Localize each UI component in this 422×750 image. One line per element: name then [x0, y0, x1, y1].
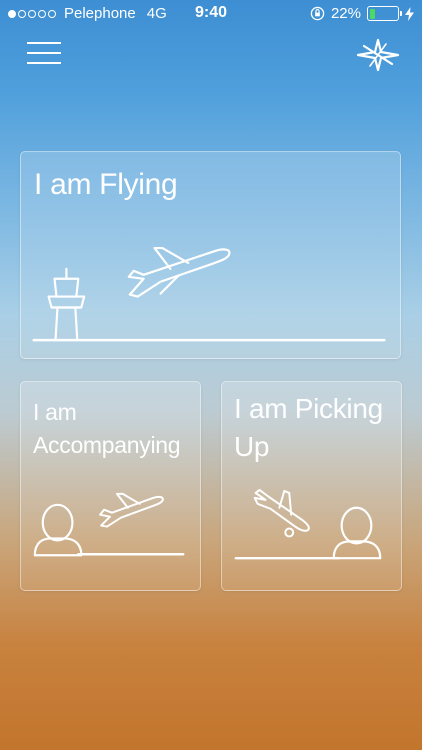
status-left: Pelephone 4G [8, 5, 167, 22]
hamburger-menu-icon [27, 42, 61, 44]
battery-fill [369, 8, 376, 19]
network-type: 4G [146, 5, 167, 22]
person-icon [332, 506, 382, 560]
flying-illustration [32, 246, 386, 342]
orientation-lock-icon [310, 6, 325, 21]
battery-percent: 22% [330, 5, 361, 22]
airplane-landing-icon [253, 488, 310, 538]
airplane-takeoff-icon [99, 492, 164, 528]
person-icon [33, 503, 83, 557]
charging-bolt-icon [405, 6, 414, 21]
card-flying[interactable]: I am Flying [20, 151, 401, 359]
airport-logo-icon[interactable] [356, 38, 400, 72]
control-tower-icon [47, 267, 86, 342]
status-right: 22% [310, 5, 414, 22]
status-bar: Pelephone 4G 9:40 22% [0, 0, 422, 28]
picking-up-illustration [234, 488, 382, 560]
carrier-name: Pelephone [64, 5, 136, 22]
menu-button[interactable] [27, 42, 61, 68]
signal-strength-icon [8, 9, 56, 18]
battery-icon [367, 6, 402, 21]
airplane-takeoff-icon [127, 246, 231, 298]
card-accompanying[interactable]: I am Accompanying [20, 381, 201, 591]
card-picking-up[interactable]: I am Picking Up [221, 381, 402, 591]
accompanying-illustration [33, 492, 185, 557]
